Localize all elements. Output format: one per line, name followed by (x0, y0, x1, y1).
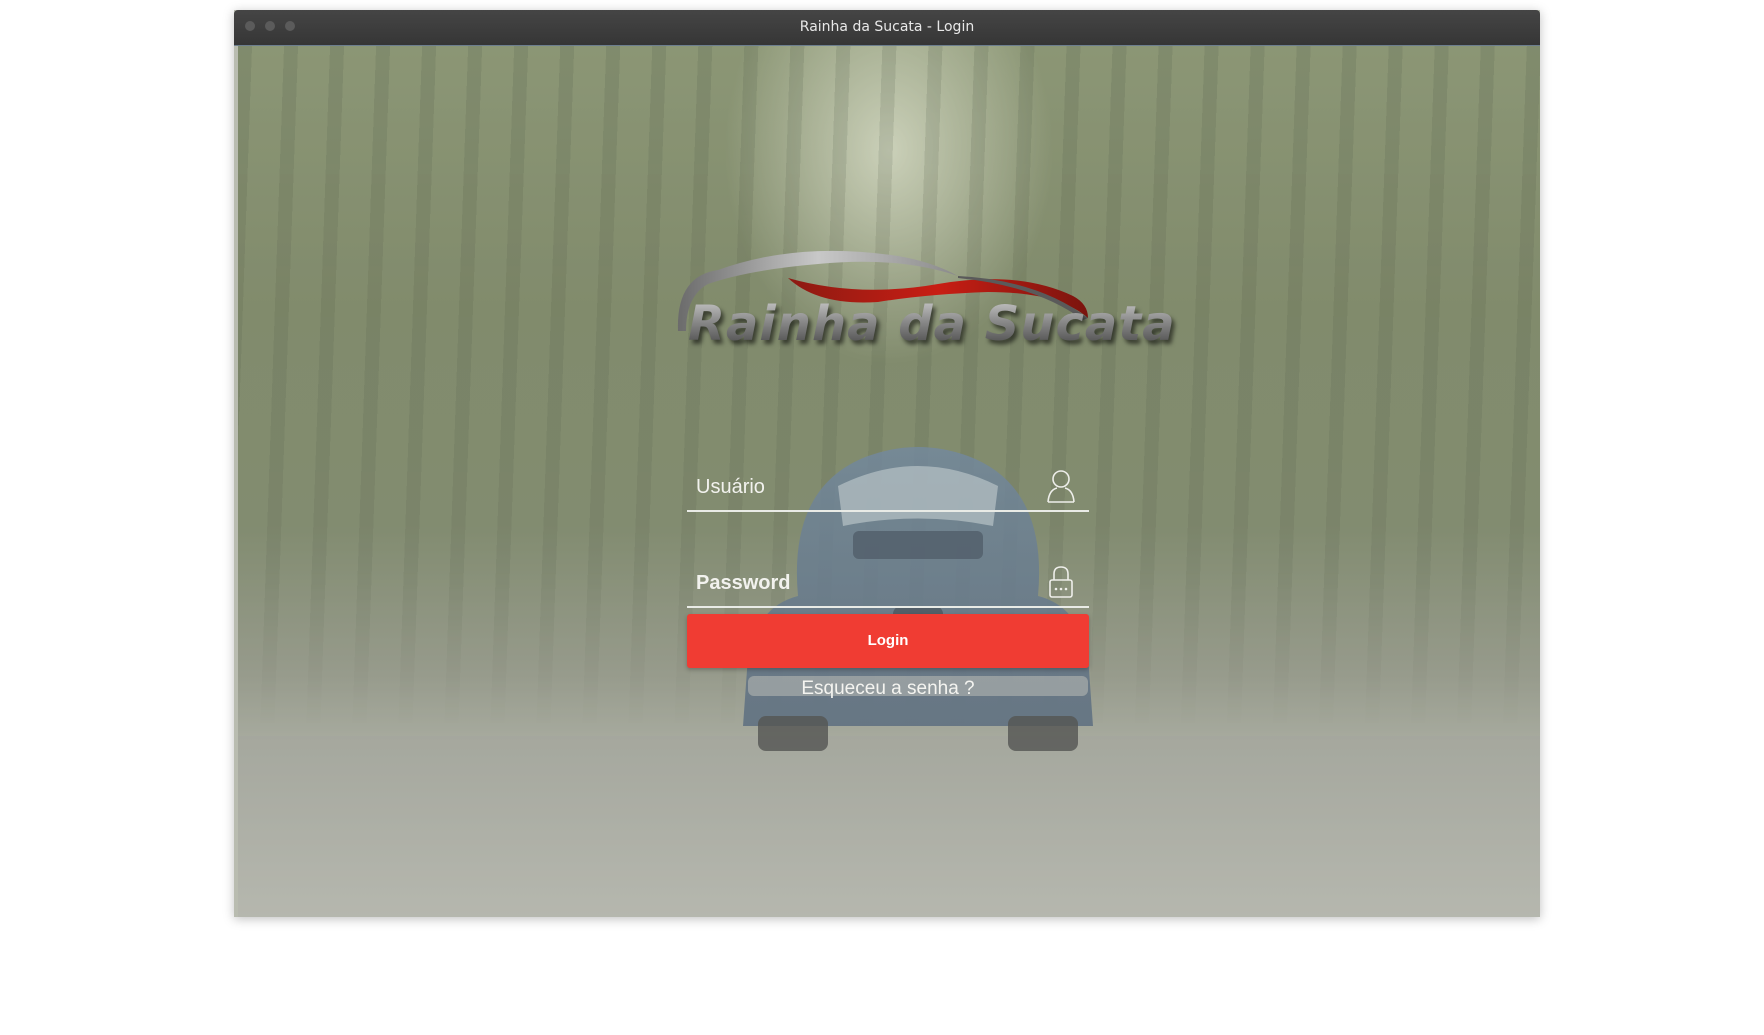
password-placeholder: Password (696, 572, 791, 594)
login-screen: Rainha da Sucata Usuário Password Login … (238, 46, 1540, 917)
window-title: Rainha da Sucata - Login (799, 19, 975, 35)
username-placeholder: Usuário (696, 476, 765, 498)
password-field[interactable]: Password (687, 566, 1089, 608)
forgot-password-link[interactable]: Esqueceu a senha ? (687, 678, 1089, 700)
lock-icon (1049, 566, 1073, 598)
logo-text: Rainha da Sucata (688, 296, 1176, 352)
username-field[interactable]: Usuário (687, 470, 1089, 512)
app-window: Rainha da Sucata - Login Rainha da Sucat… (234, 10, 1540, 917)
user-icon (1047, 470, 1075, 503)
title-bar: Rainha da Sucata - Login (234, 10, 1540, 46)
login-button[interactable]: Login (687, 614, 1089, 668)
